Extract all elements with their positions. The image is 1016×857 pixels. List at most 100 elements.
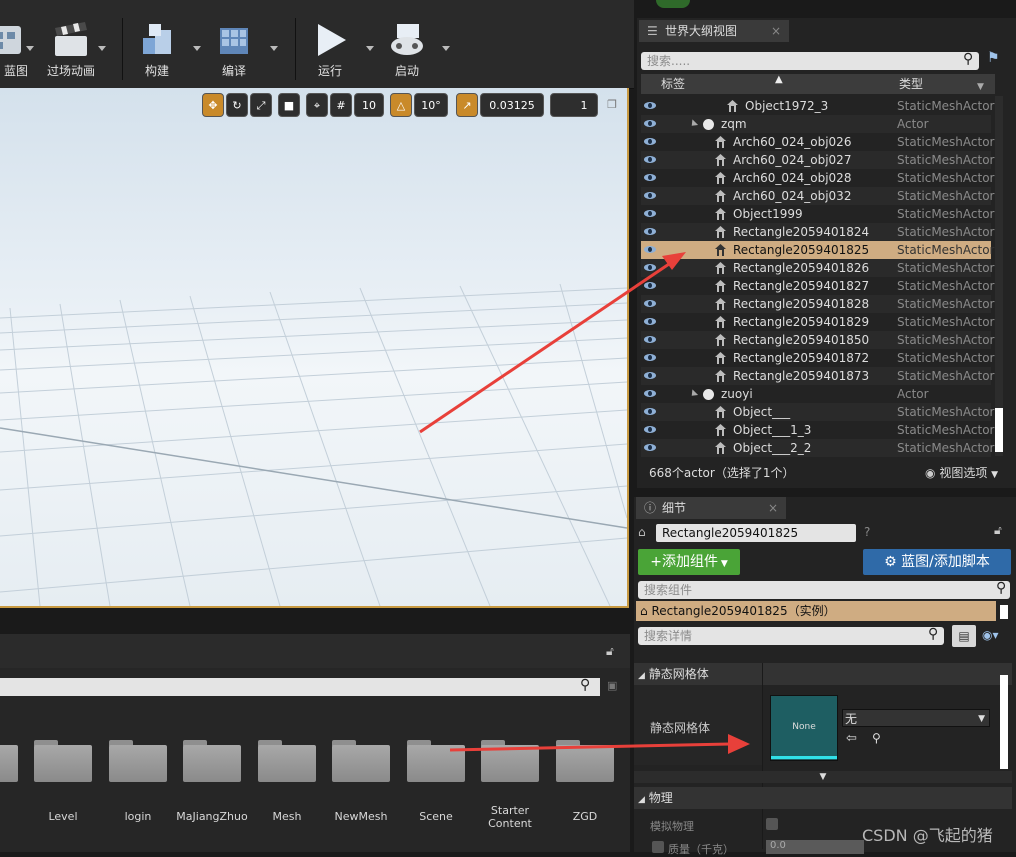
visibility-eye-icon[interactable] <box>644 444 656 451</box>
level-viewport[interactable]: ✥ ↻ ⤢ ■ ⌖ # 10 △ 10° ↗ 0.03125 1 ❐ <box>0 88 629 608</box>
visibility-eye-icon[interactable] <box>644 138 656 145</box>
chevron-down-icon[interactable]: ▼ <box>977 77 984 97</box>
outliner-row[interactable]: Object___1_3 StaticMeshActor <box>641 421 994 439</box>
scale-snap-toggle-button[interactable]: ↗ <box>456 93 478 117</box>
lock-icon[interactable]: 🔓︎ <box>994 523 1002 538</box>
grid-snap-toggle-button[interactable]: # <box>330 93 352 117</box>
visibility-eye-icon[interactable] <box>644 264 656 271</box>
static-mesh-asset-picker[interactable]: 无 ▼ <box>842 709 990 727</box>
save-icon[interactable]: ▣ <box>607 679 617 692</box>
outliner-row[interactable]: Object1972_3 StaticMeshActor <box>641 97 994 115</box>
outliner-search-input[interactable]: 搜索..... <box>641 52 979 70</box>
expand-triangle-icon[interactable] <box>688 119 699 129</box>
close-icon[interactable]: × <box>768 497 778 519</box>
cinematics-toolbar-button[interactable]: 过场动画 <box>36 14 106 80</box>
component-instance-row[interactable]: ⌂ Rectangle2059401825（实例） <box>636 601 996 621</box>
visibility-eye-icon[interactable] <box>644 354 656 361</box>
visibility-eye-icon[interactable] <box>644 120 656 127</box>
outliner-row[interactable]: zuoyi Actor <box>641 385 991 403</box>
outliner-row[interactable]: Arch60_024_obj032 StaticMeshActor <box>641 187 994 205</box>
section-physics[interactable]: ◢ 物理 <box>634 787 1012 809</box>
compile-dropdown-icon[interactable] <box>270 46 278 51</box>
view-options-button[interactable]: ◉ 视图选项 ▼ <box>925 464 998 481</box>
surface-snap-button[interactable]: ⌖ <box>306 93 328 117</box>
outliner-row[interactable]: Rectangle2059401872 StaticMeshActor <box>641 349 994 367</box>
visibility-eye-icon[interactable] <box>644 192 656 199</box>
outliner-row[interactable]: Rectangle2059401825 StaticMeshActor <box>641 241 994 259</box>
help-icon[interactable]: ? <box>864 525 870 539</box>
play-toolbar-button[interactable]: 运行 <box>295 14 365 80</box>
content-folder[interactable] <box>332 740 390 782</box>
tab-world-outliner[interactable]: ☰ 世界大纲视图 × <box>639 20 789 42</box>
grid-snap-value[interactable]: 10 <box>354 93 384 117</box>
visibility-eye-icon[interactable] <box>644 300 656 307</box>
outliner-row[interactable]: Rectangle2059401824 StaticMeshActor <box>641 223 994 241</box>
visibility-eye-icon[interactable] <box>644 318 656 325</box>
rotation-snap-toggle-button[interactable]: △ <box>390 93 412 117</box>
outliner-row[interactable]: Rectangle2059401829 StaticMeshActor <box>641 313 994 331</box>
blueprint-dropdown-icon[interactable] <box>26 46 34 51</box>
expand-advanced-icon[interactable]: ▼ <box>634 771 1012 783</box>
browse-asset-icon[interactable]: ⚲ <box>872 731 881 745</box>
section-static-mesh[interactable]: ◢ 静态网格体 <box>634 663 1012 685</box>
content-folder[interactable] <box>258 740 316 782</box>
content-folder[interactable] <box>407 740 465 782</box>
content-folder[interactable] <box>109 740 167 782</box>
eye-icon[interactable]: ◉▾ <box>982 628 999 642</box>
visibility-eye-icon[interactable] <box>644 408 656 415</box>
expand-triangle-icon[interactable] <box>688 389 699 399</box>
outliner-row[interactable]: Arch60_024_obj026 StaticMeshActor <box>641 133 994 151</box>
launch-dropdown-icon[interactable] <box>442 46 450 51</box>
content-folder[interactable] <box>481 740 539 782</box>
property-matrix-button[interactable]: ▤ <box>952 625 976 647</box>
visibility-eye-icon[interactable] <box>644 336 656 343</box>
static-mesh-thumbnail[interactable]: None <box>770 695 838 761</box>
details-scrollbar-thumb[interactable] <box>1000 675 1008 769</box>
content-folder[interactable] <box>34 740 92 782</box>
search-details-input[interactable]: 搜索详情 <box>638 627 944 645</box>
world-local-toggle-button[interactable]: ■ <box>278 93 300 117</box>
visibility-eye-icon[interactable] <box>644 210 656 217</box>
add-component-button[interactable]: +添加组件 ▼ <box>638 549 740 575</box>
column-type-header[interactable]: 类型 <box>899 74 923 94</box>
scale-snap-value[interactable]: 0.03125 <box>480 93 544 117</box>
folder-partial[interactable] <box>0 740 18 782</box>
outliner-row[interactable]: Rectangle2059401850 StaticMeshActor <box>641 331 994 349</box>
actor-name-field[interactable]: Rectangle2059401825 <box>656 524 856 542</box>
visibility-eye-icon[interactable] <box>644 246 656 253</box>
outliner-scrollbar-thumb[interactable] <box>995 408 1003 452</box>
cinematics-dropdown-icon[interactable] <box>98 46 106 51</box>
close-icon[interactable]: × <box>771 20 781 42</box>
simulate-physics-checkbox[interactable] <box>766 818 778 830</box>
visibility-eye-icon[interactable] <box>644 102 656 109</box>
components-scrollbar-thumb[interactable] <box>1000 605 1008 619</box>
outliner-row[interactable]: Arch60_024_obj028 StaticMeshActor <box>641 169 994 187</box>
tab-details[interactable]: ⓘ 细节 × <box>636 497 786 519</box>
outliner-row[interactable]: Object___ StaticMeshActor <box>641 403 994 421</box>
camera-speed-value[interactable]: 1 <box>550 93 598 117</box>
visibility-eye-icon[interactable] <box>644 372 656 379</box>
visibility-eye-icon[interactable] <box>644 282 656 289</box>
outliner-row[interactable]: Object1999 StaticMeshActor <box>641 205 994 223</box>
blueprint-add-script-button[interactable]: ⚙ 蓝图/添加脚本 <box>863 549 1011 575</box>
outliner-row[interactable]: Arch60_024_obj027 StaticMeshActor <box>641 151 994 169</box>
lock-icon[interactable]: 🔓︎ <box>606 644 614 659</box>
rotate-mode-button[interactable]: ↻ <box>226 93 248 117</box>
search-components-input[interactable]: 搜索组件 <box>638 581 1010 599</box>
pin-icon[interactable]: ⚑ <box>987 50 1000 66</box>
use-selected-arrow-icon[interactable]: ⇦ <box>846 731 857 746</box>
blueprint-toolbar-button[interactable]: 蓝图 <box>0 14 40 80</box>
outliner-row[interactable]: Rectangle2059401873 StaticMeshActor <box>641 367 994 385</box>
visibility-eye-icon[interactable] <box>644 426 656 433</box>
visibility-eye-icon[interactable] <box>644 228 656 235</box>
outliner-row[interactable]: Rectangle2059401826 StaticMeshActor <box>641 259 994 277</box>
compile-toolbar-button[interactable]: 编译 <box>199 14 269 80</box>
asset-search-input[interactable] <box>0 678 600 696</box>
build-toolbar-button[interactable]: 构建 <box>122 14 192 80</box>
content-folder[interactable] <box>183 740 241 782</box>
mass-override-checkbox[interactable] <box>652 841 664 853</box>
maximize-viewport-icon[interactable]: ❐ <box>604 93 620 117</box>
outliner-row[interactable]: Rectangle2059401828 StaticMeshActor <box>641 295 994 313</box>
outliner-row[interactable]: Object___2_2 StaticMeshActor <box>641 439 994 457</box>
outliner-row[interactable]: zqm Actor <box>641 115 991 133</box>
